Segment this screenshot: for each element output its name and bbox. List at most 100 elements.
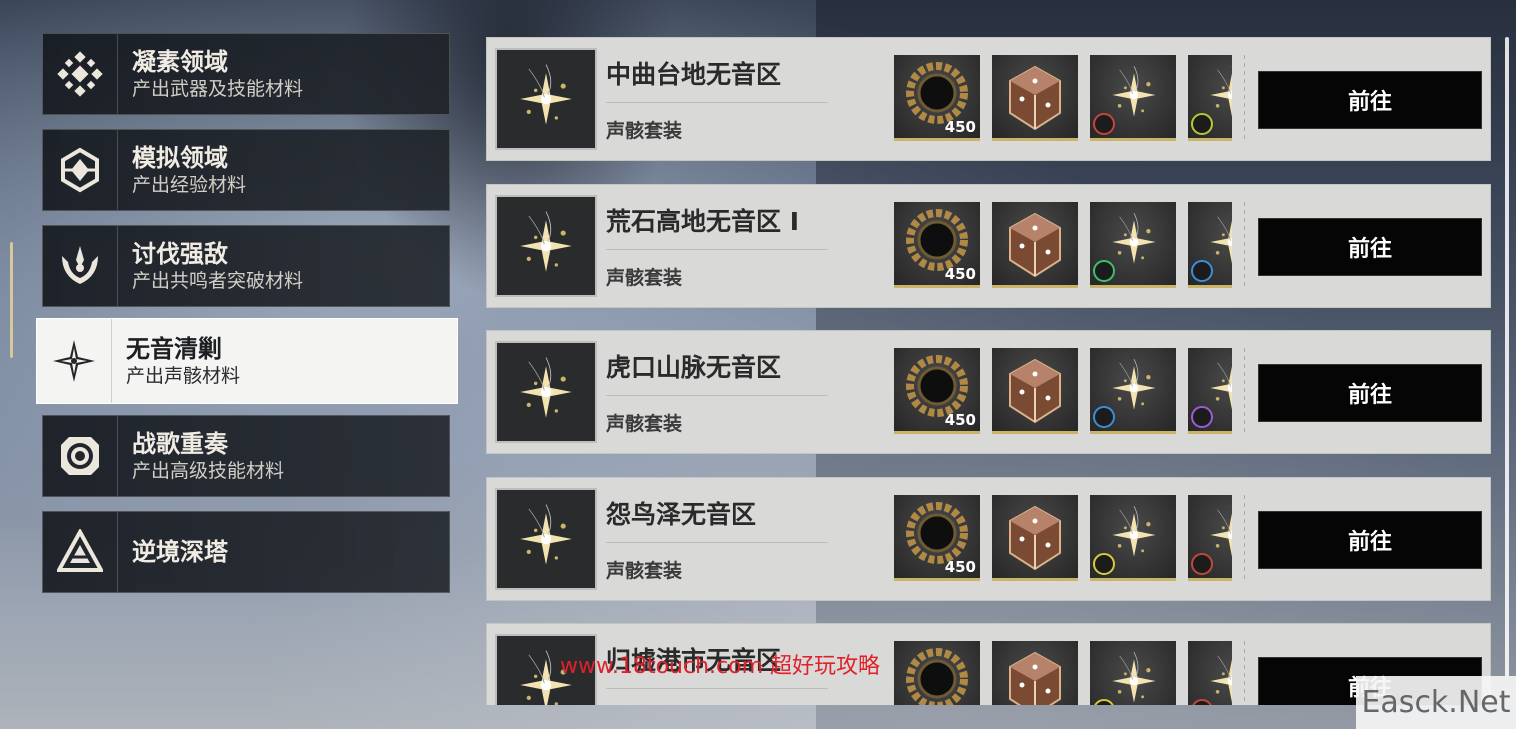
simulation-crystal-icon bbox=[43, 130, 118, 210]
domain-thumbnail bbox=[495, 488, 597, 590]
sidebar-item-simulation[interactable]: 模拟领域 产出经验材料 bbox=[42, 129, 450, 211]
dashed-separator bbox=[1244, 55, 1245, 143]
reward-item[interactable] bbox=[992, 55, 1078, 141]
element-badge-icon bbox=[1093, 113, 1115, 135]
sidebar-item-reprise[interactable]: 战歌重奏 产出高级技能材料 bbox=[42, 415, 450, 497]
domain-set-label: 声骸套装 bbox=[606, 413, 683, 435]
go-button[interactable]: 前往 bbox=[1258, 511, 1482, 569]
dashed-separator bbox=[1244, 641, 1245, 705]
dashed-separator bbox=[1244, 495, 1245, 583]
sidebar-item-subtitle: 产出共鸣者突破材料 bbox=[132, 270, 304, 292]
watermark-brand: Easck.Net bbox=[1356, 676, 1516, 729]
sparkle-icon bbox=[37, 319, 112, 403]
reward-item[interactable] bbox=[992, 348, 1078, 434]
cross-diamond-icon bbox=[43, 34, 118, 114]
element-badge-icon bbox=[1093, 260, 1115, 282]
element-badge-icon bbox=[1093, 553, 1115, 575]
element-badge-icon bbox=[1191, 113, 1213, 135]
reward-item[interactable]: 450 bbox=[894, 202, 980, 288]
reward-item[interactable] bbox=[1188, 641, 1232, 705]
sidebar-item-subtitle: 产出武器及技能材料 bbox=[132, 78, 304, 100]
domain-set-label: 声骸套装 bbox=[606, 560, 683, 582]
reward-item[interactable] bbox=[992, 641, 1078, 705]
reward-item[interactable] bbox=[992, 202, 1078, 288]
sidebar-item-title: 讨伐强敌 bbox=[132, 240, 228, 268]
reward-list[interactable]: 450 bbox=[894, 641, 1232, 705]
sidebar-item-title: 凝素领域 bbox=[132, 48, 228, 76]
domain-set-label: 声骸套装 bbox=[606, 120, 683, 142]
reward-item[interactable]: 450 bbox=[894, 495, 980, 581]
reward-item[interactable] bbox=[1090, 495, 1176, 581]
reward-item[interactable] bbox=[1090, 348, 1176, 434]
element-badge-icon bbox=[1191, 260, 1213, 282]
ring-target-icon bbox=[43, 416, 118, 496]
echo-sparkle-icon bbox=[1098, 645, 1170, 705]
reward-item[interactable] bbox=[1188, 202, 1232, 288]
reward-list[interactable]: 450 bbox=[894, 348, 1232, 435]
reward-quantity: 450 bbox=[944, 558, 976, 576]
reward-item[interactable] bbox=[1090, 202, 1176, 288]
boss-crest-icon bbox=[43, 226, 118, 306]
reward-quantity: 450 bbox=[944, 411, 976, 429]
divider bbox=[606, 249, 828, 250]
domain-thumbnail bbox=[495, 48, 597, 150]
domain-thumbnail bbox=[495, 341, 597, 443]
go-button[interactable]: 前往 bbox=[1258, 218, 1482, 276]
divider bbox=[606, 542, 828, 543]
reward-item[interactable] bbox=[1188, 55, 1232, 141]
reward-quantity: 450 bbox=[944, 265, 976, 283]
domain-card: 怨鸟泽无音区 声骸套装 450 前往 bbox=[486, 477, 1491, 601]
go-button[interactable]: 前往 bbox=[1258, 364, 1482, 422]
sidebar-item-tacet-field[interactable]: 无音清剿 产出声骸材料 bbox=[36, 318, 458, 404]
domain-name: 荒石高地无音区 I bbox=[606, 207, 800, 236]
scrollbar[interactable] bbox=[1505, 37, 1509, 677]
element-badge-icon bbox=[1093, 406, 1115, 428]
tower-triangle-icon bbox=[43, 512, 118, 592]
crystal-dice-icon bbox=[1009, 212, 1061, 278]
domain-set-label: 声骸套装 bbox=[606, 702, 682, 705]
reward-item[interactable] bbox=[992, 495, 1078, 581]
reward-item[interactable] bbox=[1090, 55, 1176, 141]
reward-item[interactable]: 450 bbox=[894, 641, 980, 705]
domain-name: 中曲台地无音区 bbox=[606, 60, 782, 89]
reward-item[interactable] bbox=[1090, 641, 1176, 705]
crystal-dice-icon bbox=[1009, 358, 1061, 424]
sidebar-item-subtitle: 产出声骸材料 bbox=[126, 365, 241, 387]
crystal-dice-icon bbox=[1009, 505, 1061, 571]
domain-card: 虎口山脉无音区声骸套装 450 前往 bbox=[486, 330, 1491, 454]
scroll-indicator bbox=[10, 242, 13, 358]
dashed-separator bbox=[1244, 348, 1245, 436]
sidebar-item-title: 逆境深塔 bbox=[132, 538, 228, 566]
reward-list[interactable]: 450 bbox=[894, 495, 1232, 582]
crystal-dice-icon bbox=[1009, 65, 1061, 131]
domain-card: 中曲台地无音区声骸套装 450 前往 bbox=[486, 37, 1491, 161]
reward-list[interactable]: 450 bbox=[894, 55, 1232, 142]
reward-item[interactable]: 450 bbox=[894, 348, 980, 434]
reward-item[interactable] bbox=[1188, 495, 1232, 581]
waveplate-ring-icon bbox=[906, 648, 968, 705]
dashed-separator bbox=[1244, 202, 1245, 290]
sidebar-item-boss[interactable]: 讨伐强敌 产出共鸣者突破材料 bbox=[42, 225, 450, 307]
reward-item[interactable]: 450 bbox=[894, 55, 980, 141]
domain-card: 荒石高地无音区 I 声骸套装 450 前往 bbox=[486, 184, 1491, 308]
echo-sparkle-icon bbox=[1196, 645, 1232, 705]
reward-list[interactable]: 450 bbox=[894, 202, 1232, 289]
domain-thumbnail bbox=[495, 195, 597, 297]
watermark-site: www.18touch.com 超好玩攻略 bbox=[560, 654, 880, 679]
go-button[interactable]: 前往 bbox=[1258, 71, 1482, 129]
sidebar-item-title: 战歌重奏 bbox=[132, 430, 228, 458]
domain-list[interactable]: 中曲台地无音区 声骸套装 450 前往 荒石高地无音区 I 声骸套装 450 前往 虎口山脉无音… bbox=[486, 37, 1492, 705]
reward-quantity: 450 bbox=[944, 118, 976, 136]
crystal-dice-icon bbox=[1009, 651, 1061, 705]
divider bbox=[606, 102, 828, 103]
element-badge-icon bbox=[1191, 553, 1213, 575]
domain-set-label: 声骸套装 bbox=[606, 267, 683, 289]
sidebar-item-subtitle: 产出高级技能材料 bbox=[132, 460, 285, 482]
reward-quantity: 450 bbox=[945, 704, 976, 705]
sidebar-item-tower[interactable]: 逆境深塔 bbox=[42, 511, 450, 593]
sidebar-item-forgery[interactable]: 凝素领域 产出武器及技能材料 bbox=[42, 33, 450, 115]
reward-item[interactable] bbox=[1188, 348, 1232, 434]
divider bbox=[606, 395, 828, 396]
domain-name: 虎口山脉无音区 bbox=[606, 353, 782, 382]
sidebar-item-title: 模拟领域 bbox=[132, 144, 228, 172]
